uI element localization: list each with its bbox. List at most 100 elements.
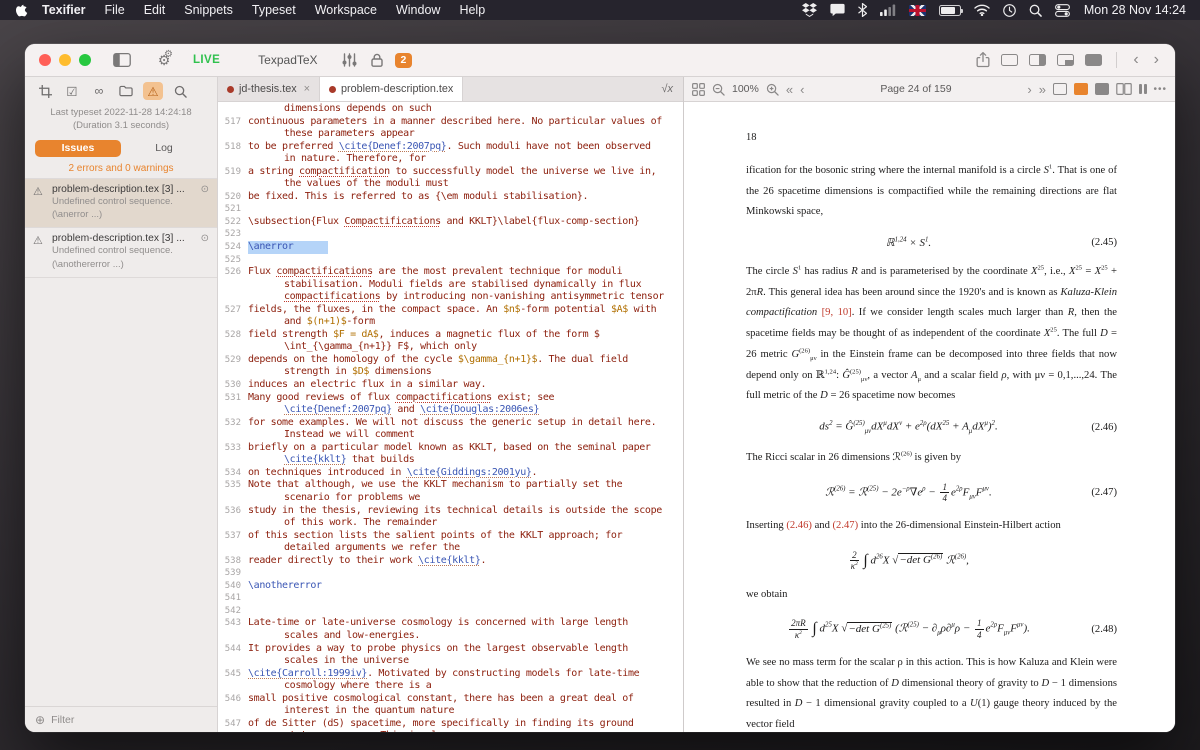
two-page-view-icon[interactable] bbox=[1116, 83, 1132, 95]
code-line[interactable]: 542 bbox=[218, 605, 683, 618]
code-line[interactable]: 533briefly on a particular model known a… bbox=[218, 442, 683, 455]
code-line[interactable]: compactifications by introducing non-van… bbox=[218, 291, 683, 304]
view-mode-pdf-corner-icon[interactable] bbox=[1057, 54, 1074, 66]
pause-typeset-icon[interactable] bbox=[1139, 84, 1147, 94]
code-line[interactable]: 530induces an electric flux in a similar… bbox=[218, 379, 683, 392]
close-window-button[interactable] bbox=[39, 54, 51, 66]
code-line[interactable]: 521 bbox=[218, 203, 683, 216]
view-mode-editor-only-icon[interactable] bbox=[1001, 54, 1018, 66]
code-line[interactable]: 547of de Sitter (dS) spacetime, more spe… bbox=[218, 718, 683, 731]
code-line[interactable]: scenario for problems we bbox=[218, 492, 683, 505]
clock-app-icon[interactable] bbox=[1003, 4, 1016, 17]
sync-highlight-icon[interactable] bbox=[1074, 83, 1088, 95]
code-line[interactable]: 518to be preferred \cite{Denef:2007pq}. … bbox=[218, 141, 683, 154]
first-page-icon[interactable]: « bbox=[786, 83, 793, 96]
menu-bar-clock[interactable]: Mon 28 Nov 14:24 bbox=[1084, 3, 1186, 17]
last-page-icon[interactable]: » bbox=[1039, 83, 1046, 96]
issues-warning-icon[interactable]: ⚠ bbox=[143, 82, 163, 100]
filter-icon[interactable]: ⊕ bbox=[35, 713, 45, 727]
typeset-engine-label[interactable]: TexpadTeX bbox=[258, 53, 317, 67]
code-line[interactable]: \cite{Denef:2007pq} and \cite{Douglas:20… bbox=[218, 404, 683, 417]
tab-problem-description[interactable]: problem-description.tex bbox=[320, 77, 463, 101]
close-tab-icon[interactable]: × bbox=[304, 83, 310, 95]
code-line[interactable]: 532for some examples. We will not discus… bbox=[218, 417, 683, 430]
code-line[interactable]: 536study in the thesis, reviewing its te… bbox=[218, 505, 683, 518]
symbols-infinity-icon[interactable]: ∞ bbox=[89, 82, 109, 100]
code-line[interactable]: 527fields, the fluxes, in the compact sp… bbox=[218, 304, 683, 317]
window-titlebar[interactable]: ⚙⚙ LIVE TexpadTeX 2 ‹ › bbox=[25, 44, 1175, 77]
files-folder-icon[interactable] bbox=[116, 82, 136, 100]
apple-menu-icon[interactable] bbox=[16, 3, 28, 17]
issue-goto-icon[interactable]: ⊙ bbox=[201, 233, 209, 244]
page-indicator[interactable]: Page 24 of 159 bbox=[880, 83, 951, 95]
code-line[interactable]: scales and low-energies. bbox=[218, 630, 683, 643]
code-line[interactable]: 537of this section lists the salient poi… bbox=[218, 530, 683, 543]
menu-item-snippets[interactable]: Snippets bbox=[184, 3, 233, 17]
code-line[interactable]: Instead we will comment bbox=[218, 429, 683, 442]
menu-item-file[interactable]: File bbox=[105, 3, 125, 17]
tasks-checkbox-icon[interactable]: ☑ bbox=[62, 82, 82, 100]
pdf-outline-icon[interactable] bbox=[1053, 83, 1067, 95]
code-line[interactable]: 517continuous parameters in a manner des… bbox=[218, 116, 683, 129]
sidebar-search-icon[interactable] bbox=[170, 82, 190, 100]
share-icon[interactable] bbox=[976, 52, 990, 68]
crop-tool-icon[interactable] bbox=[35, 82, 55, 100]
live-typeset-indicator[interactable]: LIVE bbox=[193, 54, 220, 66]
code-line[interactable]: \cite{kklt} that builds bbox=[218, 454, 683, 467]
tab-log[interactable]: Log bbox=[121, 140, 207, 157]
issue-filter-bar[interactable]: ⊕ Filter bbox=[25, 706, 217, 732]
issue-item[interactable]: ⚠⊙problem-description.tex [3] ...Undefin… bbox=[25, 179, 217, 229]
code-line[interactable]: 524\anerror bbox=[218, 241, 683, 254]
code-line[interactable]: 544It provides a way to probe physics on… bbox=[218, 643, 683, 656]
view-mode-pdf-only-icon[interactable] bbox=[1085, 54, 1102, 66]
code-line[interactable]: states or vacua. This is also bbox=[218, 730, 683, 732]
code-line[interactable]: interest in the quantum nature bbox=[218, 705, 683, 718]
code-line[interactable]: 543Late-time or late-universe cosmology … bbox=[218, 617, 683, 630]
tab-jd-thesis[interactable]: jd-thesis.tex × bbox=[218, 77, 320, 101]
code-line[interactable]: scales in the universe bbox=[218, 655, 683, 668]
menu-item-edit[interactable]: Edit bbox=[144, 3, 166, 17]
math-preview-button[interactable]: √x bbox=[651, 77, 683, 101]
thumbnails-grid-icon[interactable] bbox=[692, 83, 705, 96]
zoom-window-button[interactable] bbox=[79, 54, 91, 66]
code-line[interactable]: 545\cite{Carroll:1999iv}. Motivated by c… bbox=[218, 668, 683, 681]
typeset-settings-gears-icon[interactable]: ⚙⚙ bbox=[153, 52, 175, 69]
pdf-scroll-area[interactable]: 18 ification for the bosonic string wher… bbox=[684, 102, 1175, 732]
zoom-out-icon[interactable] bbox=[712, 83, 725, 96]
menu-item-app[interactable]: Texifier bbox=[42, 3, 86, 17]
error-count-badge[interactable]: 2 bbox=[395, 53, 413, 68]
code-line[interactable]: 520be fixed. This is referred to as {\em… bbox=[218, 191, 683, 204]
code-line[interactable]: 525 bbox=[218, 254, 683, 267]
code-line[interactable]: stabilisation. Moduli fields are stabili… bbox=[218, 279, 683, 292]
code-line[interactable]: and $(n+1)$-form bbox=[218, 316, 683, 329]
code-editor[interactable]: dimensions depends on such517continuous … bbox=[218, 102, 683, 732]
code-line[interactable]: dimensions depends on such bbox=[218, 103, 683, 116]
bluetooth-icon[interactable] bbox=[858, 3, 867, 17]
code-line[interactable]: 519a string compactification to successf… bbox=[218, 166, 683, 179]
more-options-icon[interactable]: ••• bbox=[1154, 84, 1168, 95]
pdf-theme-icon[interactable] bbox=[1095, 83, 1109, 95]
dropbox-icon[interactable] bbox=[802, 3, 817, 17]
view-mode-split-icon[interactable] bbox=[1029, 54, 1046, 66]
control-center-icon[interactable] bbox=[1055, 4, 1070, 17]
code-line[interactable]: 522\subsection{Flux Compactifications an… bbox=[218, 216, 683, 229]
menu-item-workspace[interactable]: Workspace bbox=[315, 3, 377, 17]
history-forward-icon[interactable]: › bbox=[1152, 52, 1161, 68]
wifi-icon[interactable] bbox=[974, 4, 990, 16]
history-back-icon[interactable]: ‹ bbox=[1131, 52, 1140, 68]
code-line[interactable]: 539 bbox=[218, 567, 683, 580]
menu-item-typeset[interactable]: Typeset bbox=[252, 3, 296, 17]
tab-issues[interactable]: Issues bbox=[35, 140, 121, 157]
code-line[interactable]: in nature. Therefore, for bbox=[218, 153, 683, 166]
previous-page-icon[interactable]: ‹ bbox=[800, 83, 804, 96]
code-line[interactable]: 541 bbox=[218, 592, 683, 605]
typeset-options-sliders-icon[interactable] bbox=[342, 53, 357, 67]
issue-goto-icon[interactable]: ⊙ bbox=[201, 184, 209, 195]
lock-icon[interactable] bbox=[371, 53, 383, 67]
code-line[interactable]: 535Note that although, we use the KKLT m… bbox=[218, 479, 683, 492]
code-line[interactable]: detailed arguments we refer the bbox=[218, 542, 683, 555]
code-line[interactable]: of this work. The remainder bbox=[218, 517, 683, 530]
messages-icon[interactable] bbox=[830, 3, 845, 17]
code-line[interactable]: the values of the moduli must bbox=[218, 178, 683, 191]
next-page-icon[interactable]: › bbox=[1027, 83, 1031, 96]
